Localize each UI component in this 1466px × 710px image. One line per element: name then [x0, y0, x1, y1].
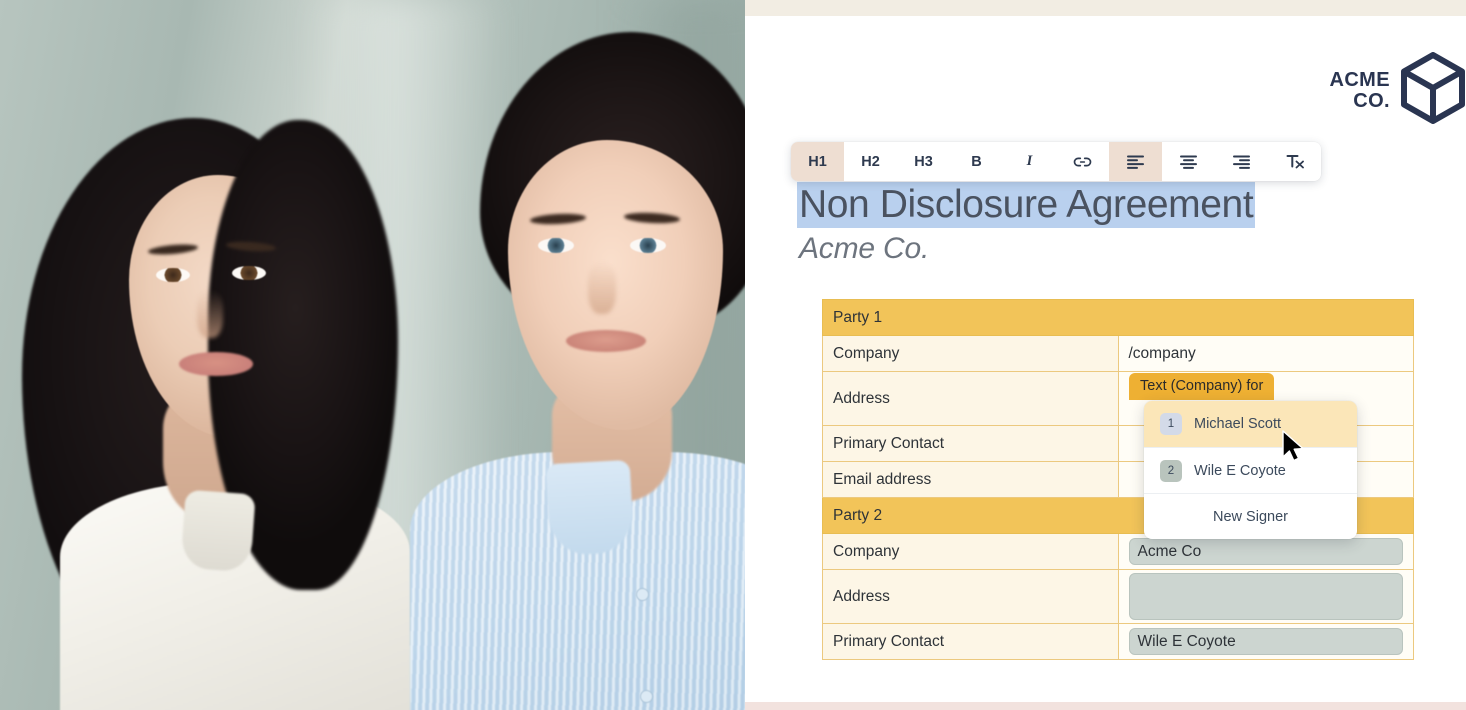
heading-3-button[interactable]: H3 [897, 142, 950, 181]
shirt-button [636, 588, 649, 601]
document-editor: ACME CO. H1 H2 H3 B I Non Disclosure Agr… [745, 0, 1466, 710]
person-left-nose [197, 290, 223, 338]
signer-menu[interactable]: 1 Michael Scott 2 Wile E Coyote New Sign… [1144, 401, 1357, 539]
shirt-button [640, 690, 653, 703]
link-icon[interactable] [1056, 142, 1109, 181]
signer-option-1[interactable]: 1 Michael Scott [1144, 401, 1357, 447]
top-edge-strip [745, 0, 1466, 16]
table-section-header: Party 1 [822, 299, 1414, 336]
primary-contact-field[interactable]: Wile E Coyote [1128, 628, 1403, 655]
align-left-icon[interactable] [1109, 142, 1162, 181]
row-label: Company [822, 533, 1119, 570]
person-right-eye [630, 238, 666, 253]
logo-line-1: ACME [1329, 69, 1390, 92]
row-label: Primary Contact [822, 425, 1119, 462]
acme-logo: ACME CO. [1330, 52, 1466, 129]
person-left-eye [156, 268, 190, 282]
heading-1-button[interactable]: H1 [791, 142, 844, 181]
row-value: Wile E Coyote [1117, 623, 1414, 660]
portrait-photo [0, 0, 745, 710]
signer-name: Wile E Coyote [1194, 462, 1286, 479]
signer-badge: 2 [1160, 459, 1182, 482]
table-row: Primary Contact Wile E Coyote [822, 623, 1414, 660]
row-label: Address [822, 569, 1119, 624]
signer-name: Michael Scott [1194, 416, 1282, 432]
align-right-icon[interactable] [1215, 142, 1268, 181]
italic-button[interactable]: I [1003, 142, 1056, 181]
table-row: Address [822, 569, 1414, 624]
signer-option-2[interactable]: 2 Wile E Coyote [1144, 447, 1357, 493]
clear-formatting-icon[interactable] [1268, 142, 1321, 181]
person-right-nose [588, 262, 616, 314]
person-left-mouth [179, 352, 253, 376]
row-label: Primary Contact [822, 623, 1119, 660]
row-value [1117, 569, 1414, 624]
row-label: Address [822, 371, 1119, 426]
section-label: Party 1 [822, 299, 1414, 336]
person-left-collar [180, 489, 256, 573]
heading-2-button[interactable]: H2 [844, 142, 897, 181]
row-value[interactable]: /company [1117, 335, 1414, 372]
bold-button[interactable]: B [950, 142, 1003, 181]
heading-3-label: H3 [914, 153, 933, 170]
new-signer-button[interactable]: New Signer [1144, 493, 1357, 539]
signer-badge: 1 [1160, 413, 1182, 435]
bottom-edge-strip [745, 702, 1466, 710]
screen: ACME CO. H1 H2 H3 B I Non Disclosure Agr… [0, 0, 1466, 710]
heading-1-label: H1 [808, 153, 827, 170]
heading-2-label: H2 [861, 153, 880, 170]
page-title[interactable]: Non Disclosure Agreement [797, 182, 1256, 228]
logo-text: ACME CO. [1330, 70, 1391, 111]
company-field[interactable]: Acme Co [1128, 538, 1403, 565]
align-center-icon[interactable] [1162, 142, 1215, 181]
bold-label: B [971, 153, 982, 170]
person-right-collar [545, 459, 635, 557]
italic-label: I [1026, 153, 1033, 169]
table-row: Company /company [822, 335, 1414, 372]
signer-popup-tab: Text (Company) for [1129, 373, 1275, 400]
address-field[interactable] [1128, 573, 1403, 620]
page-subtitle[interactable]: Acme Co. [799, 232, 929, 266]
person-left-eye [232, 266, 266, 280]
person-right-eye [538, 238, 574, 253]
row-label: Email address [822, 461, 1119, 498]
formatting-toolbar[interactable]: H1 H2 H3 B I [791, 142, 1321, 181]
cube-icon [1400, 52, 1466, 129]
person-right-mouth [566, 330, 646, 352]
logo-line-2: CO. [1353, 89, 1390, 112]
row-label: Company [822, 335, 1119, 372]
